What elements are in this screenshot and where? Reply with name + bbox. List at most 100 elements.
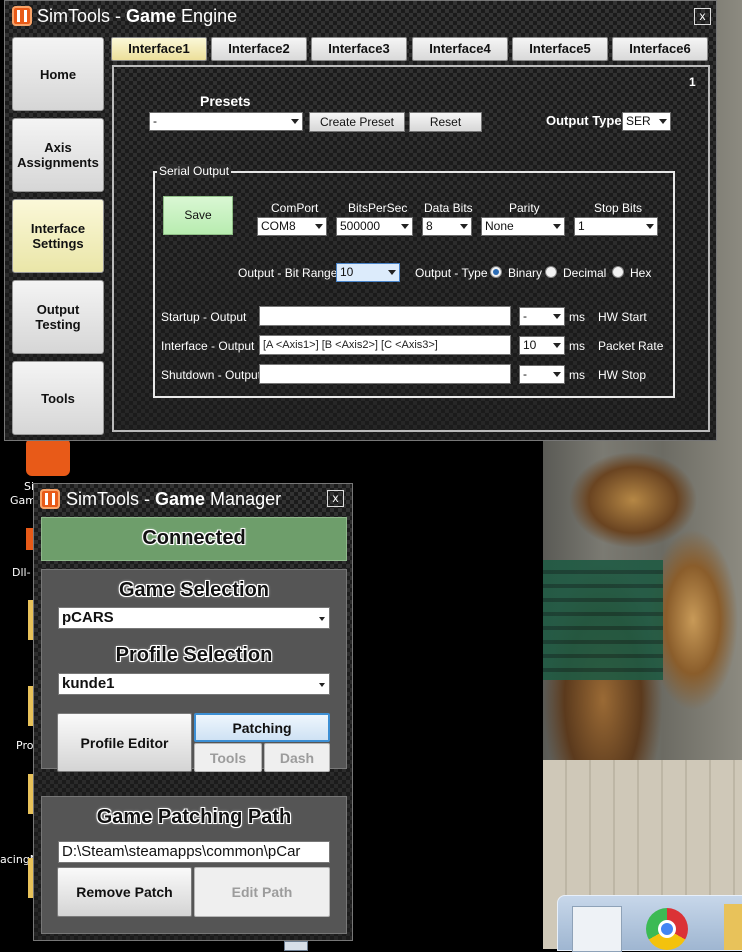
bits-per-sec-label: BitsPerSec	[348, 201, 408, 215]
title-prefix: SimTools -	[66, 489, 156, 509]
bit-range-dropdown[interactable]: 10	[336, 263, 400, 282]
dash-button[interactable]: Dash	[264, 743, 330, 772]
hw-stop-label: HW Stop	[598, 368, 647, 382]
tab-interface2[interactable]: Interface2	[211, 37, 307, 61]
startup-ms-label: ms	[569, 310, 585, 324]
folder-taskbar-icon[interactable]	[724, 904, 742, 950]
output-type-value: SER	[626, 114, 651, 128]
stop-bits-value: 1	[578, 219, 585, 233]
tab-interface4[interactable]: Interface4	[412, 37, 508, 61]
comport-dropdown[interactable]: COM8	[257, 217, 327, 236]
presets-label: Presets	[200, 93, 251, 109]
data-bits-dropdown[interactable]: 8	[422, 217, 472, 236]
tab-interface6[interactable]: Interface6	[612, 37, 708, 61]
title-prefix: SimTools -	[37, 6, 127, 26]
game-selection-label: Game Selection	[118, 579, 270, 601]
shutdown-output-field[interactable]	[259, 364, 511, 384]
title-bold: Game	[155, 489, 206, 509]
save-button[interactable]: Save	[163, 196, 233, 235]
packet-rate-label: Packet Rate	[598, 339, 664, 353]
presets-dropdown[interactable]: -	[149, 112, 303, 131]
parity-value: None	[485, 219, 514, 233]
simtools-logo-icon	[40, 489, 60, 509]
nav-output-testing-button[interactable]: Output Testing	[12, 280, 104, 354]
game-engine-window: SimTools - Game Engine x Home Axis Assig…	[4, 0, 717, 441]
tab-interface1[interactable]: Interface1	[111, 37, 207, 61]
patching-path-label: Game Patching Path	[96, 806, 292, 828]
hw-start-label: HW Start	[598, 310, 647, 324]
parity-dropdown[interactable]: None	[481, 217, 565, 236]
presets-selected-value: -	[153, 114, 157, 128]
tab-interface5[interactable]: Interface5	[512, 37, 608, 61]
interface-output-label: Interface - Output	[161, 339, 255, 353]
chevron-down-icon	[553, 372, 561, 377]
manager-title: SimTools - Game Manager	[66, 489, 281, 510]
stop-bits-dropdown[interactable]: 1	[574, 217, 658, 236]
simtools-desktop-icon[interactable]	[26, 438, 70, 476]
bit-range-label: Output - Bit Range	[238, 266, 338, 280]
title-suffix: Manager	[205, 489, 282, 509]
chrome-taskbar-icon[interactable]	[646, 908, 688, 950]
shutdown-ms-dropdown[interactable]: -	[519, 365, 565, 384]
taskbar-corner	[557, 895, 742, 952]
output-type-dropdown[interactable]: SER	[622, 112, 671, 131]
chevron-down-icon	[460, 224, 468, 229]
tab-interface3[interactable]: Interface3	[311, 37, 407, 61]
connection-status: Connected	[142, 527, 246, 549]
bits-per-sec-value: 500000	[340, 219, 381, 233]
title-suffix: Engine	[176, 6, 238, 26]
profile-selected-value: kunde1	[62, 675, 115, 692]
output-type-radio-label: Output - Type	[415, 266, 488, 280]
reset-button[interactable]: Reset	[409, 112, 482, 132]
decimal-radio[interactable]	[545, 266, 557, 278]
hex-radio[interactable]	[612, 266, 624, 278]
stop-bits-label: Stop Bits	[594, 201, 643, 215]
nav-axis-assignments-button[interactable]: Axis Assignments	[12, 118, 104, 192]
engine-title: SimTools - Game Engine	[37, 6, 237, 27]
startup-ms-value: -	[523, 309, 527, 323]
chevron-down-icon	[646, 224, 654, 229]
comport-label: ComPort	[271, 201, 319, 215]
wallpaper-bench	[543, 560, 663, 680]
bits-per-sec-dropdown[interactable]: 500000	[336, 217, 413, 236]
bit-range-value: 10	[340, 265, 354, 279]
title-bold: Game	[126, 6, 177, 26]
shutdown-ms-value: -	[523, 367, 527, 381]
game-selected-value: pCARS	[62, 609, 114, 626]
small-window-icon[interactable]	[284, 941, 308, 951]
manager-close-button[interactable]: x	[327, 490, 344, 507]
serial-output-group-label: Serial Output	[157, 164, 232, 178]
chevron-down-icon	[553, 314, 561, 319]
edit-path-button[interactable]: Edit Path	[194, 867, 330, 917]
hex-radio-label: Hex	[630, 266, 652, 280]
desktop-icon-label-4: Pro	[16, 739, 34, 752]
profile-editor-button[interactable]: Profile Editor	[57, 713, 192, 772]
interface-output-field[interactable]: [A <Axis1>] [B <Axis2>] [C <Axis3>]	[259, 335, 511, 355]
decimal-radio-label: Decimal	[563, 266, 607, 280]
startup-output-field[interactable]	[259, 306, 511, 326]
remove-patch-button[interactable]: Remove Patch	[57, 867, 192, 917]
profile-selection-dropdown[interactable]: kunde1	[58, 673, 330, 695]
chevron-down-icon	[659, 119, 667, 124]
chevron-down-icon	[319, 617, 325, 621]
chevron-down-icon	[315, 224, 323, 229]
patching-button[interactable]: Patching	[194, 713, 330, 742]
game-selection-dropdown[interactable]: pCARS	[58, 607, 330, 629]
nav-interface-settings-button[interactable]: Interface Settings	[12, 199, 104, 273]
tools-button[interactable]: Tools	[194, 743, 262, 772]
binary-radio[interactable]	[490, 266, 502, 278]
document-taskbar-icon[interactable]	[572, 906, 622, 952]
nav-home-button[interactable]: Home	[12, 37, 104, 111]
engine-close-button[interactable]: x	[694, 8, 711, 25]
interface-ms-dropdown[interactable]: 10	[519, 336, 565, 355]
shutdown-output-label: Shutdown - Output	[161, 368, 262, 382]
chevron-down-icon	[319, 683, 325, 687]
patching-path-field[interactable]: D:\Steam\steamapps\common\pCar	[58, 841, 330, 863]
parity-label: Parity	[509, 201, 540, 215]
startup-ms-dropdown[interactable]: -	[519, 307, 565, 326]
startup-output-label: Startup - Output	[161, 310, 247, 324]
data-bits-value: 8	[426, 219, 433, 233]
nav-tools-button[interactable]: Tools	[12, 361, 104, 435]
interface-ms-label: ms	[569, 339, 585, 353]
create-preset-button[interactable]: Create Preset	[309, 112, 405, 132]
